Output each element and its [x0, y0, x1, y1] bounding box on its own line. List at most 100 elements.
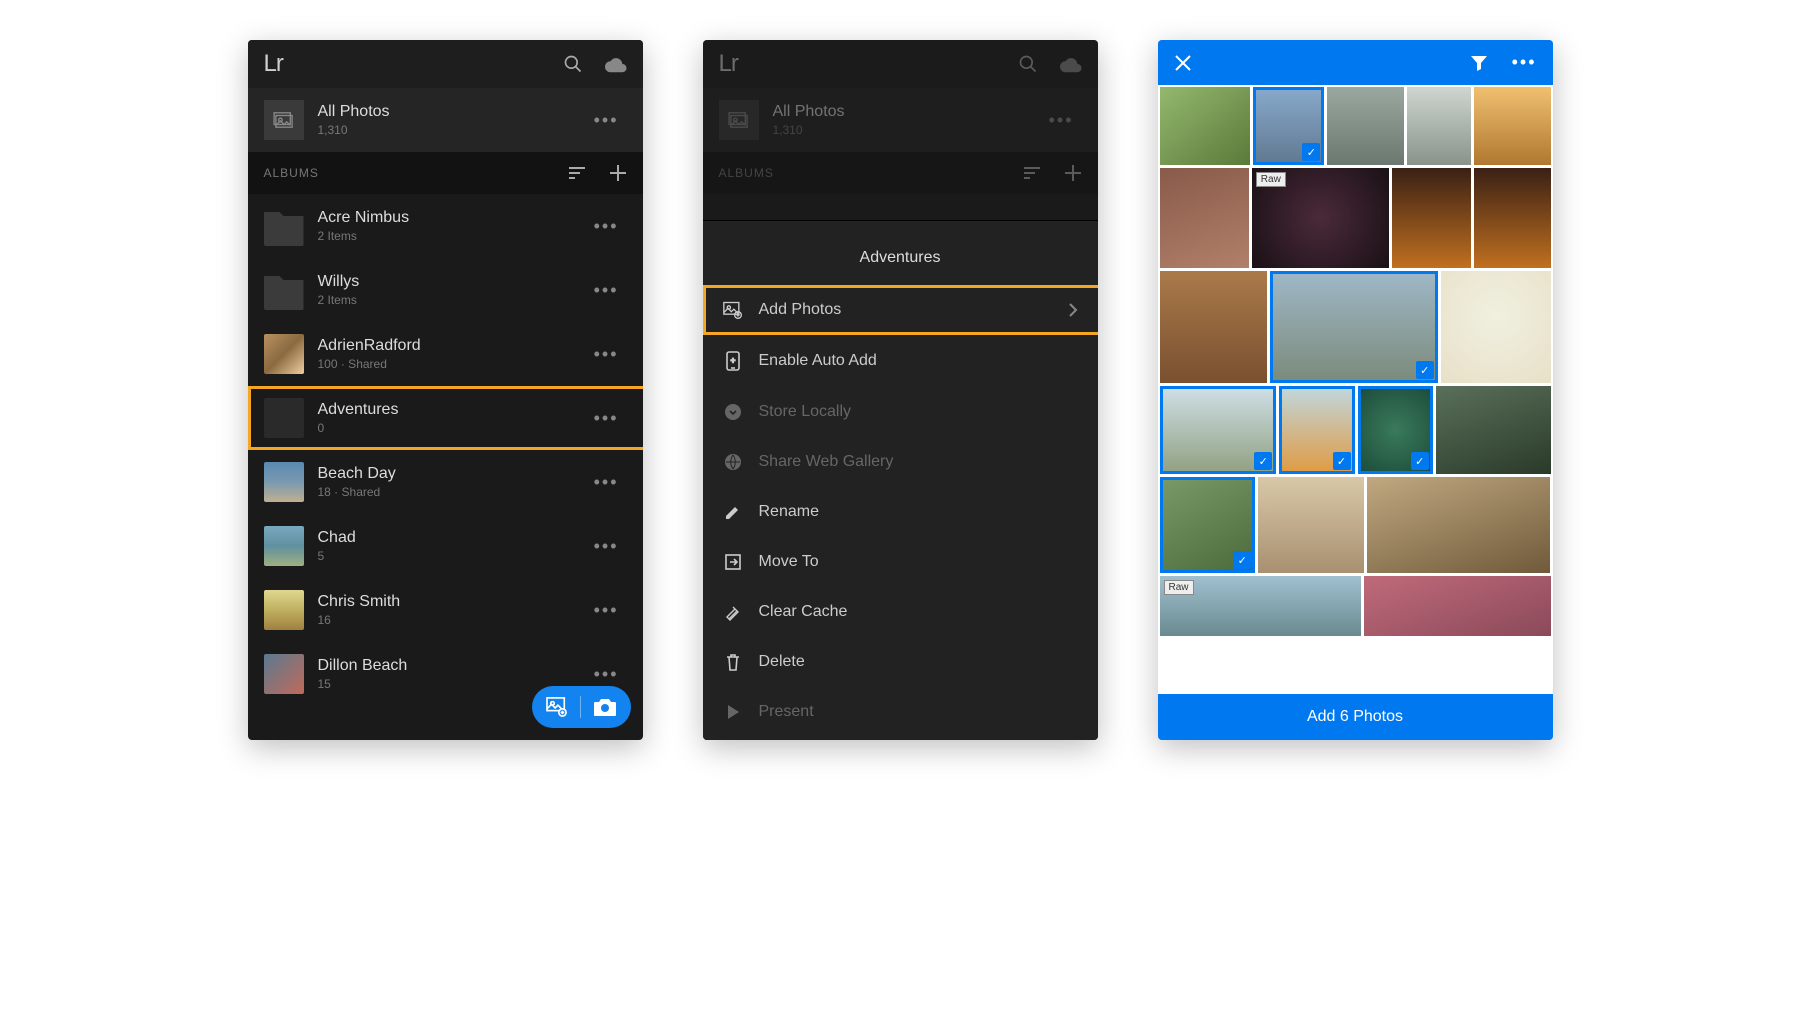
folder-icon [264, 206, 304, 246]
present-icon [723, 704, 743, 720]
sheet-action-move[interactable]: Move To [703, 537, 1098, 587]
photo-thumbnail[interactable]: Raw [1252, 168, 1389, 268]
rename-icon [723, 503, 743, 521]
photo-thumbnail[interactable] [1392, 168, 1471, 268]
album-subtitle: 100 · Shared [318, 357, 586, 371]
screen-photo-picker: ••• ✓Raw✓✓✓✓✓Raw Add 6 Photos [1158, 40, 1553, 740]
album-row[interactable]: Acre Nimbus2 Items••• [248, 194, 643, 258]
sheet-action-label: Clear Cache [759, 603, 848, 621]
sheet-action-delete[interactable]: Delete [703, 637, 1098, 687]
top-icons [563, 54, 627, 74]
import-photo-icon[interactable] [546, 697, 568, 717]
more-icon[interactable]: ••• [1512, 52, 1537, 73]
sheet-action-label: Move To [759, 553, 819, 571]
more-icon[interactable]: ••• [586, 102, 627, 139]
photo-thumbnail[interactable] [1367, 477, 1551, 573]
photos-icon [719, 100, 759, 140]
sheet-title: Adventures [703, 231, 1098, 285]
photo-thumbnail[interactable]: ✓ [1270, 271, 1438, 383]
photo-thumbnail[interactable] [1327, 87, 1404, 165]
album-subtitle: 0 [318, 421, 586, 435]
sheet-action-share[interactable]: Share Web Gallery [703, 437, 1098, 487]
album-more-icon[interactable]: ••• [586, 464, 627, 501]
photo-thumbnail[interactable] [1160, 168, 1249, 268]
sheet-action-add-photos[interactable]: Add Photos [703, 285, 1098, 335]
album-more-icon[interactable]: ••• [586, 208, 627, 245]
cloud-icon[interactable] [1060, 54, 1082, 74]
sheet-action-auto-add[interactable]: +Enable Auto Add [703, 335, 1098, 387]
sheet-action-label: Add Photos [759, 301, 842, 319]
album-name: Dillon Beach [318, 657, 586, 675]
album-name: Willys [318, 273, 586, 291]
album-thumbnail [264, 398, 304, 438]
sort-icon[interactable] [567, 165, 587, 181]
add-album-icon[interactable] [609, 164, 627, 182]
album-row[interactable]: Willys2 Items••• [248, 258, 643, 322]
photo-thumbnail[interactable] [1407, 87, 1470, 165]
sort-icon [1022, 165, 1042, 181]
albums-header-label: ALBUMS [719, 166, 774, 180]
album-more-icon[interactable]: ••• [586, 272, 627, 309]
add-photos-button[interactable]: Add 6 Photos [1158, 694, 1553, 740]
album-row[interactable]: AdrienRadford 100 · Shared••• [248, 322, 643, 386]
filter-icon[interactable] [1470, 54, 1488, 72]
photo-thumbnail[interactable]: ✓ [1358, 386, 1433, 474]
photo-thumbnail[interactable] [1441, 271, 1551, 383]
all-photos-row[interactable]: All Photos 1,310 ••• [248, 88, 643, 152]
album-thumbnail [264, 526, 304, 566]
albums-list: Acre Nimbus2 Items•••Willys2 Items•••Adr… [248, 194, 643, 740]
sheet-action-rename[interactable]: Rename [703, 487, 1098, 537]
all-photos-title: All Photos [318, 103, 586, 121]
album-name: Chad [318, 529, 586, 547]
sheet-action-present[interactable]: Present [703, 687, 1098, 737]
photo-thumbnail[interactable] [1436, 386, 1551, 474]
photo-thumbnail[interactable]: ✓ [1253, 87, 1324, 165]
sheet-action-label: Present [759, 703, 814, 721]
all-photos-count: 1,310 [773, 123, 1041, 137]
album-row[interactable]: Chad5••• [248, 514, 643, 578]
sheet-action-store[interactable]: Store Locally [703, 387, 1098, 437]
album-thumbnail [264, 590, 304, 630]
album-thumbnail [264, 462, 304, 502]
close-icon[interactable] [1174, 54, 1192, 72]
checkmark-icon: ✓ [1302, 143, 1320, 161]
album-more-icon[interactable]: ••• [586, 336, 627, 373]
album-row[interactable]: Adventures0••• [248, 386, 643, 450]
photo-thumbnail[interactable] [1364, 576, 1551, 636]
album-more-icon[interactable]: ••• [586, 400, 627, 437]
album-more-icon[interactable]: ••• [586, 528, 627, 565]
photo-thumbnail[interactable] [1160, 271, 1268, 383]
fab [532, 686, 631, 728]
sheet-action-label: Rename [759, 503, 819, 521]
photo-thumbnail[interactable]: ✓ [1160, 386, 1277, 474]
search-icon[interactable] [563, 54, 583, 74]
all-photos-row: All Photos 1,310 ••• [703, 88, 1098, 152]
photo-thumbnail[interactable] [1160, 87, 1251, 165]
sheet-action-label: Enable Auto Add [759, 352, 877, 370]
search-icon[interactable] [1018, 54, 1038, 74]
photos-icon [264, 100, 304, 140]
photo-thumbnail[interactable] [1474, 87, 1551, 165]
cloud-icon[interactable] [605, 54, 627, 74]
photo-grid: ✓Raw✓✓✓✓✓Raw [1158, 85, 1553, 694]
chevron-right-icon [1068, 303, 1078, 317]
add-photos-icon [723, 301, 743, 319]
album-more-icon[interactable]: ••• [586, 592, 627, 629]
fab-separator [580, 696, 581, 718]
album-subtitle: 2 Items [318, 229, 586, 243]
camera-icon[interactable] [593, 697, 617, 717]
photo-thumbnail[interactable] [1474, 168, 1550, 268]
all-photos-text: All Photos 1,310 [318, 103, 586, 137]
picker-top-bar: ••• [1158, 40, 1553, 85]
sheet-action-label: Share Web Gallery [759, 453, 894, 471]
all-photos-title: All Photos [773, 103, 1041, 121]
album-name: AdrienRadford [318, 337, 586, 355]
album-row[interactable]: Beach Day18 · Shared••• [248, 450, 643, 514]
photo-thumbnail[interactable]: ✓ [1279, 386, 1354, 474]
photo-thumbnail[interactable] [1258, 477, 1364, 573]
sheet-action-clear[interactable]: Clear Cache [703, 587, 1098, 637]
photo-thumbnail[interactable]: Raw [1160, 576, 1361, 636]
album-row[interactable]: Chris Smith16••• [248, 578, 643, 642]
move-icon [723, 553, 743, 571]
photo-thumbnail[interactable]: ✓ [1160, 477, 1256, 573]
